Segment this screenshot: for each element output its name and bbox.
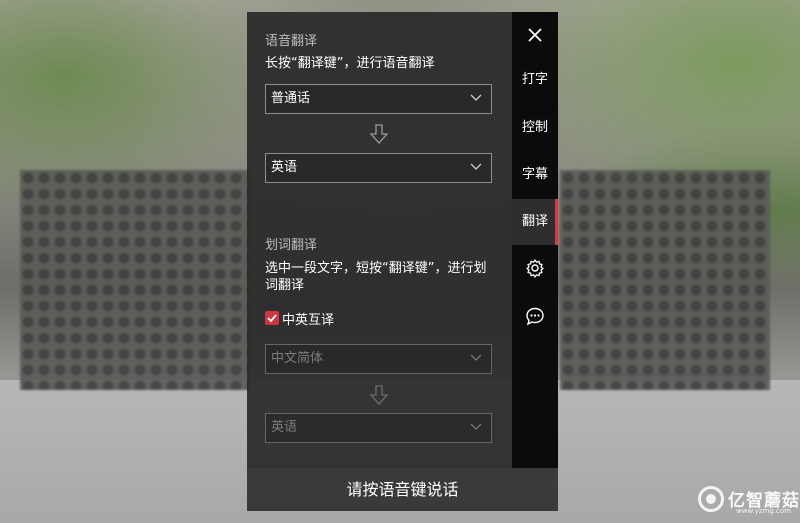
arrow-down-icon xyxy=(369,385,389,405)
cn-en-checkbox-label: 中英互译 xyxy=(282,313,335,328)
watermark: 亿智蘑菇 www.yzmg.com xyxy=(698,486,799,516)
close-button[interactable] xyxy=(512,12,558,58)
selection-source-language-value: 中文简体 xyxy=(271,351,324,366)
watermark-url: www.yzmg.com xyxy=(736,507,792,515)
voice-prompt-bar[interactable]: 请按语音键说话 xyxy=(247,468,558,511)
feedback-button[interactable] xyxy=(512,293,558,339)
cn-en-checkbox[interactable] xyxy=(265,311,279,325)
selection-target-language-value: 英语 xyxy=(271,420,298,435)
watermark-logo-icon xyxy=(698,486,724,512)
sidebar-item-control[interactable]: 控制 xyxy=(512,105,558,151)
selection-translation-title: 划词翻译 xyxy=(265,238,318,253)
check-icon xyxy=(267,314,277,323)
voice-target-language-select[interactable]: 英语 xyxy=(265,153,492,183)
voice-source-language-value: 普通话 xyxy=(271,91,311,106)
selection-target-language-select[interactable]: 英语 xyxy=(265,413,492,443)
chevron-down-icon xyxy=(470,354,482,361)
panel-sidebar: 打字 控制 字幕 翻译 xyxy=(512,12,558,468)
close-icon xyxy=(528,28,542,42)
chat-bubble-icon xyxy=(526,307,544,326)
chevron-down-icon xyxy=(470,423,482,430)
settings-button[interactable] xyxy=(512,245,558,291)
chevron-down-icon xyxy=(470,163,482,170)
chevron-down-icon xyxy=(470,94,482,101)
translation-content: 语音翻译 长按“翻译键”，进行语音翻译 普通话 英语 划词翻译 选中一段文字，短… xyxy=(247,12,512,468)
sidebar-item-typing[interactable]: 打字 xyxy=(512,57,558,103)
gear-icon xyxy=(526,259,544,278)
background-grate-right xyxy=(560,170,770,390)
voice-translation-title: 语音翻译 xyxy=(265,34,318,49)
translation-panel: 语音翻译 长按“翻译键”，进行语音翻译 普通话 英语 划词翻译 选中一段文字，短… xyxy=(247,12,558,511)
voice-source-language-select[interactable]: 普通话 xyxy=(265,84,492,114)
sidebar-item-translate[interactable]: 翻译 xyxy=(512,199,558,245)
selection-source-language-select[interactable]: 中文简体 xyxy=(265,344,492,374)
background-grate-left xyxy=(20,170,250,390)
selection-translation-description: 选中一段文字，短按“翻译键”，进行划词翻译 xyxy=(265,261,487,293)
voice-translation-description: 长按“翻译键”，进行语音翻译 xyxy=(265,56,435,71)
voice-target-language-value: 英语 xyxy=(271,160,298,175)
arrow-down-icon xyxy=(369,124,389,144)
sidebar-item-subtitles[interactable]: 字幕 xyxy=(512,152,558,198)
